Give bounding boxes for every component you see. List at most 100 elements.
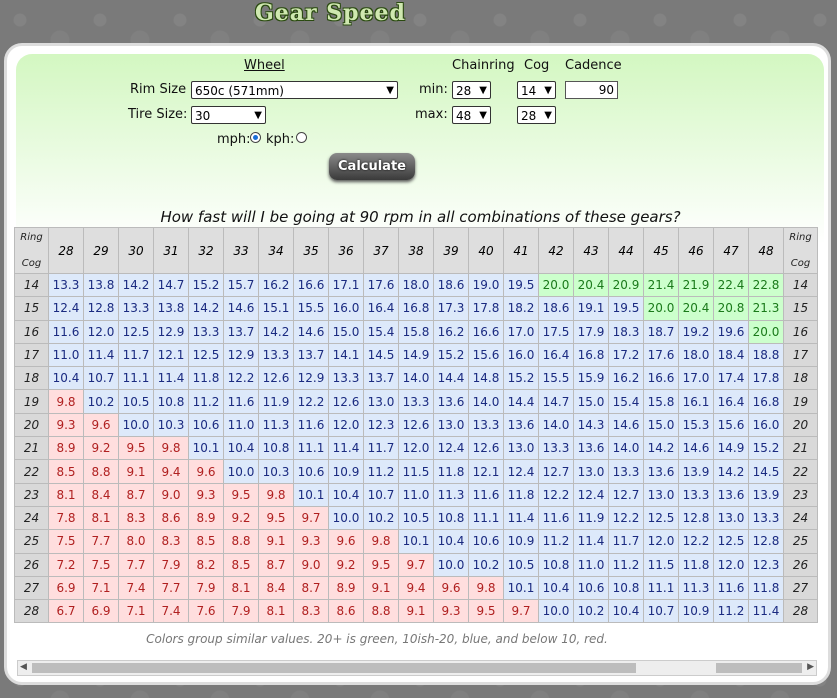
speed-cell: 12.0: [328, 412, 364, 438]
speed-cell: 12.5: [118, 319, 154, 344]
speed-cell: 12.3: [363, 412, 399, 438]
speed-cell: 11.6: [48, 319, 84, 344]
speed-cell: 9.6: [188, 459, 224, 484]
scroll-right-icon[interactable]: ▶: [807, 662, 814, 672]
speed-cell: 12.0: [713, 552, 749, 577]
speed-cell: 14.6: [223, 296, 259, 321]
speed-cell: 7.6: [188, 599, 224, 624]
speed-cell: 8.5: [188, 529, 224, 554]
speed-cell: 9.0: [153, 482, 189, 507]
speed-cell: 10.5: [118, 389, 154, 414]
speed-cell: 11.7: [608, 529, 644, 554]
speed-cell: 16.4: [363, 296, 399, 321]
chainring-min-select[interactable]: 28 ▼: [452, 81, 491, 99]
speed-cell: 20.9: [608, 272, 644, 298]
kph-radio[interactable]: [296, 132, 307, 143]
cog-cell: 21: [783, 436, 818, 461]
calculate-button[interactable]: Calculate: [329, 153, 415, 180]
speed-cell: 12.4: [573, 482, 609, 507]
cog-cell: 23: [783, 482, 818, 507]
speed-cell: 13.6: [573, 436, 609, 461]
speed-cell: 10.6: [573, 575, 609, 601]
speed-cell: 10.1: [398, 529, 434, 554]
scrollbar-thumb[interactable]: [32, 663, 636, 673]
tire-size-select[interactable]: 30 ▼: [191, 106, 266, 124]
speed-cell: 15.4: [608, 389, 644, 414]
speed-cell: 16.2: [608, 366, 644, 391]
speed-cell: 13.3: [48, 272, 84, 298]
rim-size-select[interactable]: 650c (571mm) ▼: [191, 81, 398, 99]
speed-cell: 9.2: [328, 552, 364, 577]
speed-cell: 13.9: [678, 459, 714, 484]
chevron-down-icon: ▼: [544, 110, 552, 121]
cog-max-select[interactable]: 28 ▼: [517, 106, 556, 124]
speed-cell: 12.4: [48, 296, 84, 321]
speed-cell: 12.5: [188, 342, 224, 368]
speed-cell: 10.5: [398, 505, 434, 531]
speed-cell: 12.6: [398, 412, 434, 438]
mph-label: mph:: [217, 132, 251, 147]
speed-cell: 12.2: [678, 529, 714, 554]
speed-cell: 7.8: [48, 505, 84, 531]
ring-header: 34: [258, 227, 294, 274]
speed-cell: 9.3: [188, 482, 224, 507]
ring-header: 33: [223, 227, 259, 274]
speed-cell: 11.2: [608, 552, 644, 577]
speed-cell: 8.1: [83, 505, 119, 531]
mph-radio[interactable]: [250, 132, 261, 143]
speed-cell: 10.2: [573, 599, 609, 624]
speed-cell: 7.2: [48, 552, 84, 577]
speed-cell: 12.1: [153, 342, 189, 368]
speed-cell: 8.1: [223, 575, 259, 601]
speed-cell: 12.0: [398, 436, 434, 461]
speed-cell: 11.4: [328, 436, 364, 461]
cadence-header: Cadence: [565, 58, 622, 73]
speed-cell: 10.1: [188, 436, 224, 461]
cog-cell: 14: [783, 272, 818, 298]
chainring-max-select[interactable]: 48 ▼: [452, 106, 491, 124]
speed-cell: 9.5: [118, 436, 154, 461]
speed-cell: 18.3: [608, 319, 644, 344]
speed-cell: 16.2: [258, 272, 294, 298]
speed-cell: 12.5: [643, 505, 679, 531]
cog-cell: 26: [14, 552, 49, 577]
table-row: 25 7.5 7.7 8.0 8.3 8.5 8.8 9.1 9.3 9.6 9.8 10.1 10.4…: [14, 529, 818, 554]
speed-cell: 16.4: [713, 389, 749, 414]
table-row: 24 7.8 8.1 8.3 8.6 8.9 9.2 9.5 9.7 10.0 10.2 10.5 10…: [14, 505, 818, 531]
speed-cell: 11.1: [118, 366, 154, 391]
speed-cell: 14.0: [468, 389, 504, 414]
speed-cell: 11.7: [363, 436, 399, 461]
cog-cell: 17: [14, 342, 49, 368]
max-label: max:: [415, 107, 448, 122]
speed-cell: 13.3: [118, 296, 154, 321]
speed-cell: 12.7: [608, 482, 644, 507]
speed-cell: 10.2: [83, 389, 119, 414]
speed-cell: 11.6: [713, 575, 749, 601]
speed-cell: 14.6: [678, 436, 714, 461]
speed-cell: 9.2: [83, 436, 119, 461]
speed-cell: 14.6: [293, 319, 329, 344]
speed-cell: 12.5: [713, 529, 749, 554]
speed-cell: 13.0: [433, 412, 469, 438]
speed-cell: 19.0: [468, 272, 504, 298]
speed-cell: 13.0: [643, 482, 679, 507]
speed-cell: 15.2: [748, 436, 784, 461]
cog-cell: 16: [783, 319, 818, 344]
ring-header: 28: [48, 227, 84, 274]
question-text: How fast will I be going at 90 rpm in al…: [160, 208, 681, 226]
cog-cell: 28: [783, 599, 818, 624]
speed-cell: 12.6: [468, 436, 504, 461]
speed-cell: 18.2: [503, 296, 539, 321]
horizontal-scrollbar[interactable]: ◀ ▶: [17, 660, 817, 676]
table-row: 17 11.0 11.4 11.7 12.1 12.5 12.9 13.3 13.7 14.1 14…: [14, 342, 818, 368]
cog-cell: 26: [783, 552, 818, 577]
cog-min-select[interactable]: 14 ▼: [517, 81, 556, 99]
scroll-left-icon[interactable]: ◀: [20, 662, 27, 672]
speed-cell: 8.1: [48, 482, 84, 507]
speed-cell: 8.7: [118, 482, 154, 507]
speed-cell: 15.1: [258, 296, 294, 321]
speed-cell: 13.6: [643, 459, 679, 484]
cadence-input[interactable]: 90: [565, 81, 618, 99]
speed-cell: 15.0: [573, 389, 609, 414]
speed-cell: 20.4: [573, 272, 609, 298]
